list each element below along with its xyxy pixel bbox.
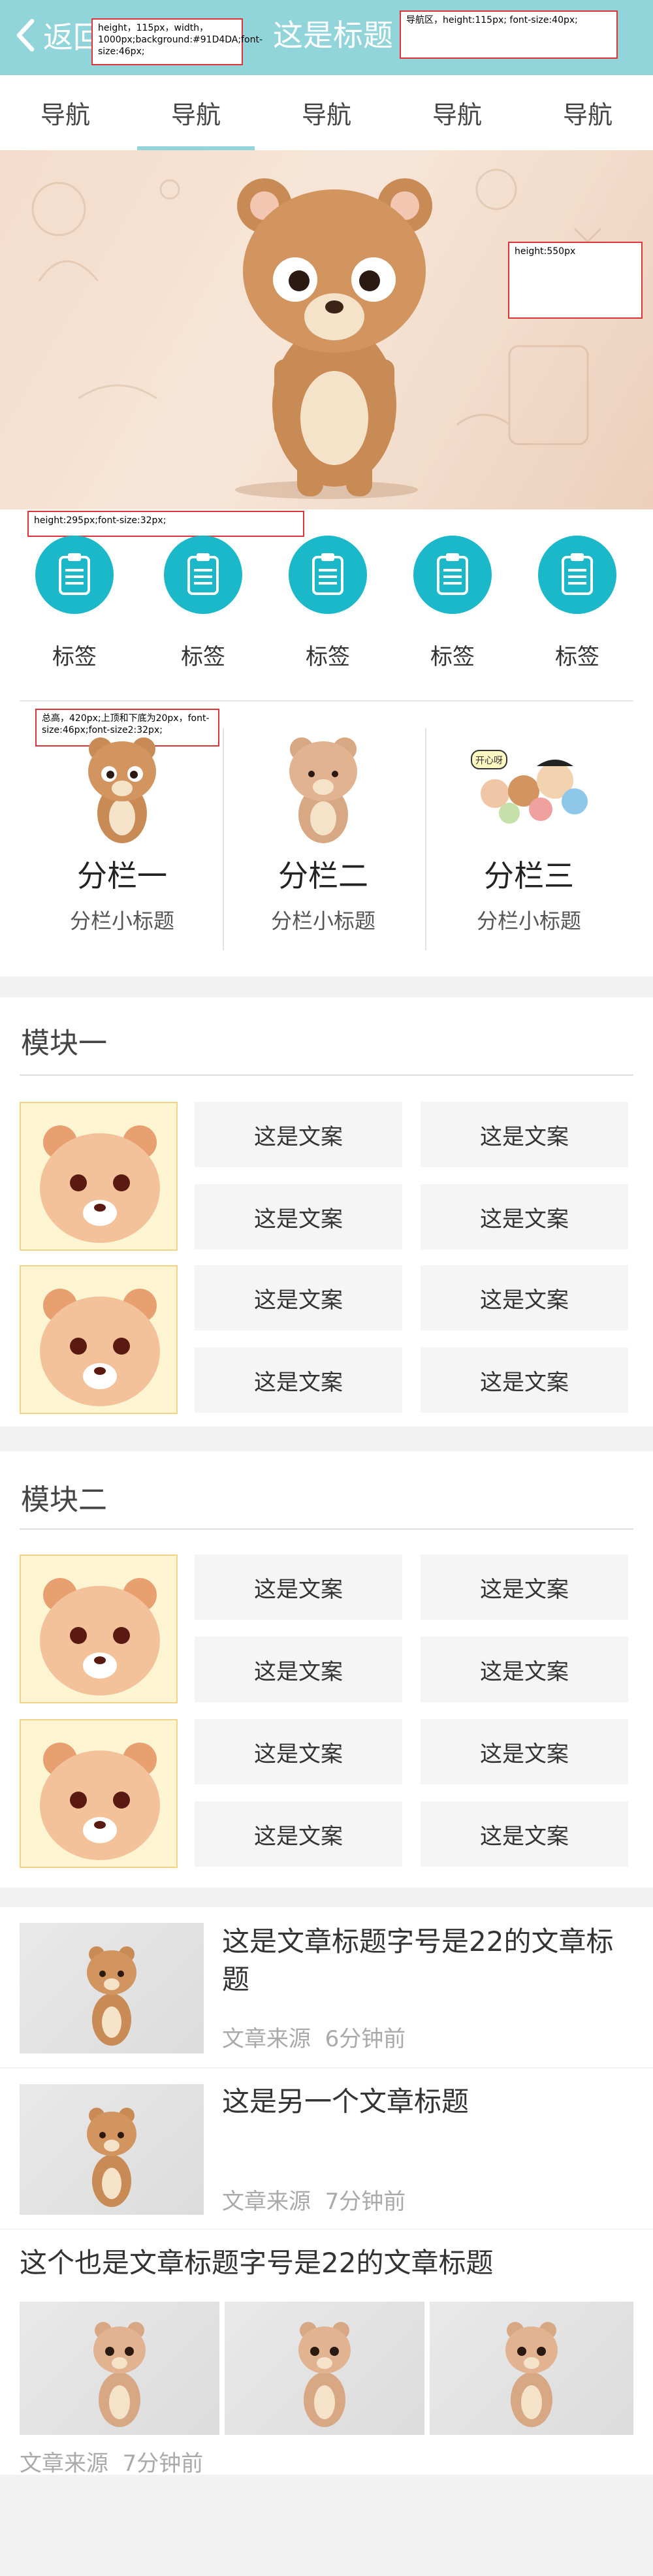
text-cell[interactable]: 这是文案 — [195, 1102, 402, 1167]
module-title: 模块二 — [21, 1483, 107, 1517]
icon-item-3[interactable]: 标签 — [276, 536, 380, 671]
text-cell[interactable]: 这是文案 — [195, 1184, 402, 1249]
nav-item-1[interactable]: 导航 — [0, 75, 131, 150]
sticker-text: 开心呀 — [475, 756, 503, 766]
text-cell[interactable]: 这是文案 — [195, 1347, 402, 1413]
nav-item-5[interactable]: 导航 — [522, 75, 653, 150]
column-3[interactable]: 开心呀 分栏三 分栏小标题 — [428, 728, 630, 935]
article-meta: 文章来源 6分钟前 — [222, 2021, 406, 2053]
spec-note-icons: height:295px;font-size:32px; — [27, 511, 304, 537]
icon-label: 标签 — [306, 644, 350, 670]
banner[interactable]: height:550px — [0, 150, 653, 509]
nav-item-4[interactable]: 导航 — [392, 75, 522, 150]
module-title: 模块一 — [21, 1027, 107, 1060]
article-image — [20, 2302, 219, 2435]
column-title: 分栏二 — [278, 858, 368, 894]
column-divider — [425, 728, 426, 950]
divider — [20, 700, 633, 701]
bear-cartoon-thumbnail[interactable] — [20, 1265, 178, 1414]
article-time: 7分钟前 — [122, 2451, 204, 2477]
divider — [20, 1528, 633, 1530]
icon-item-1[interactable]: 标签 — [22, 536, 127, 671]
article-title: 这是另一个文章标题 — [222, 2085, 470, 2117]
bear-thumbnail — [88, 737, 156, 843]
divider — [20, 1074, 633, 1076]
bear-thumbnail — [289, 737, 357, 843]
nav-item-2[interactable]: 导航 — [131, 75, 261, 150]
column-2[interactable]: 分栏二 分栏小标题 — [222, 728, 424, 935]
clipboard-icon — [289, 536, 367, 614]
cartoon-group-image: 开心呀 — [471, 750, 588, 824]
article-source: 文章来源 — [20, 2451, 108, 2477]
spec-note-header: height，115px，width，1000px;background:#91… — [91, 18, 263, 65]
article-time: 7分钟前 — [325, 2189, 406, 2215]
chevron-left-icon — [16, 19, 35, 52]
bear-cartoon-thumbnail[interactable] — [20, 1102, 178, 1251]
top-bar: 返回 这是标题 height，115px，width，1000px;backgr… — [0, 0, 653, 75]
column-subtitle: 分栏小标题 — [476, 909, 581, 933]
text-cell[interactable]: 这是文案 — [421, 1719, 628, 1784]
text-cell[interactable]: 这是文案 — [195, 1554, 402, 1620]
bear-banner-image — [31, 169, 602, 499]
text-cell[interactable]: 这是文案 — [195, 1637, 402, 1702]
icon-row: height:295px;font-size:32px; 标签 标签 标签 标签… — [0, 509, 653, 702]
article-title: 这是文章标题字号是22的文章标题 — [222, 1925, 614, 1995]
clipboard-icon — [164, 536, 242, 614]
bear-cartoon-thumbnail[interactable] — [20, 1719, 178, 1868]
icon-label: 标签 — [181, 644, 225, 670]
icon-item-2[interactable]: 标签 — [151, 536, 255, 671]
article-title: 这个也是文章标题字号是22的文章标题 — [20, 2247, 494, 2279]
article-item[interactable]: 这是另一个文章标题 文章来源 7分钟前 — [0, 2069, 653, 2229]
text-cell[interactable]: 这是文案 — [195, 1719, 402, 1784]
spec-note-banner: height:550px — [508, 242, 643, 319]
column-title: 分栏一 — [77, 858, 167, 894]
text-cell[interactable]: 这是文案 — [421, 1184, 628, 1249]
column-1[interactable]: 分栏一 分栏小标题 — [21, 728, 223, 935]
text-cell[interactable]: 这是文案 — [421, 1637, 628, 1702]
article-meta: 文章来源 7分钟前 — [20, 2445, 203, 2477]
module-1: 模块一 这是文案 这是文案 这是文案 这是文案 这是文案 这是文案 这是文案 这… — [0, 997, 653, 1426]
icon-label: 标签 — [430, 644, 475, 670]
article-meta: 文章来源 7分钟前 — [222, 2183, 406, 2215]
icon-label: 标签 — [52, 644, 97, 670]
spec-note-nav: 导航区，height:115px; font-size:40px; — [400, 10, 618, 59]
page-title: 这是标题 — [273, 18, 393, 53]
module-2: 模块二 这是文案 这是文案 这是文案 这是文案 这是文案 这是文案 这是文案 这… — [0, 1451, 653, 1888]
nav-bar: 导航 导航 导航 导航 导航 — [0, 75, 653, 150]
column-section: 总高，420px;上顶和下底为20px，font-size:46px;font-… — [0, 702, 653, 976]
clipboard-icon — [35, 536, 114, 614]
text-cell[interactable]: 这是文案 — [421, 1801, 628, 1867]
article-time: 6分钟前 — [325, 2026, 406, 2052]
article-source: 文章来源 — [222, 2189, 311, 2215]
article-source: 文章来源 — [222, 2026, 311, 2052]
clipboard-icon — [413, 536, 492, 614]
article-item[interactable]: 这个也是文章标题字号是22的文章标题 文章来源 7分钟前 — [0, 2230, 653, 2477]
icon-item-4[interactable]: 标签 — [400, 536, 505, 671]
bear-cartoon-thumbnail[interactable] — [20, 1554, 178, 1703]
column-subtitle: 分栏小标题 — [69, 909, 174, 933]
article-item[interactable]: 这是文章标题字号是22的文章标题 文章来源 6分钟前 — [0, 1907, 653, 2067]
icon-item-5[interactable]: 标签 — [525, 536, 629, 671]
text-cell[interactable]: 这是文案 — [421, 1347, 628, 1413]
article-image — [225, 2302, 424, 2435]
article-image — [20, 1923, 204, 2053]
article-image — [430, 2302, 633, 2435]
article-image — [20, 2084, 204, 2215]
text-cell[interactable]: 这是文案 — [421, 1265, 628, 1330]
text-cell[interactable]: 这是文案 — [195, 1801, 402, 1867]
text-cell[interactable]: 这是文案 — [421, 1102, 628, 1167]
column-title: 分栏三 — [484, 858, 574, 894]
clipboard-icon — [538, 536, 616, 614]
text-cell[interactable]: 这是文案 — [421, 1554, 628, 1620]
nav-item-3[interactable]: 导航 — [261, 75, 392, 150]
back-button[interactable]: 返回 — [14, 16, 103, 55]
text-cell[interactable]: 这是文案 — [195, 1265, 402, 1330]
icon-label: 标签 — [555, 644, 599, 670]
column-subtitle: 分栏小标题 — [270, 909, 375, 933]
